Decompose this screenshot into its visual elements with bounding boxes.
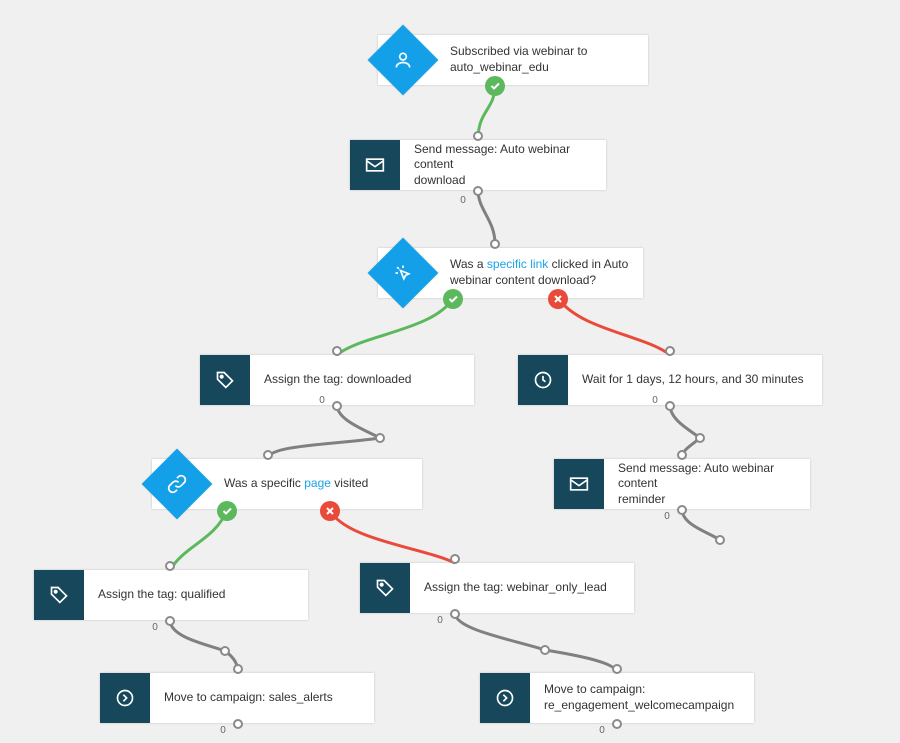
page-link[interactable]: page [304, 476, 331, 490]
workflow-canvas[interactable]: Subscribed via webinar toauto_webinar_ed… [0, 0, 900, 743]
tag-icon [215, 370, 235, 390]
condition-diamond [152, 459, 202, 509]
node-tag-downloaded[interactable]: Assign the tag: downloaded [200, 355, 474, 405]
node-text: Send message: Auto webinar contentdownlo… [400, 140, 606, 190]
counter-label: 0 [434, 615, 446, 626]
check-icon [485, 76, 505, 96]
node-text: Move to campaign:re_engagement_welcomeca… [530, 673, 754, 723]
node-send-download[interactable]: Send message: Auto webinar contentdownlo… [350, 140, 606, 190]
node-text: Assign the tag: downloaded [250, 355, 474, 405]
node-text: Wait for 1 days, 12 hours, and 30 minute… [568, 355, 822, 405]
port-dot[interactable] [233, 664, 243, 674]
port-dot[interactable] [665, 346, 675, 356]
node-trigger-subscribed[interactable]: Subscribed via webinar toauto_webinar_ed… [378, 35, 648, 85]
port-dot[interactable] [450, 609, 460, 619]
node-cond-link-clicked[interactable]: Was a specific link clicked in Autowebin… [378, 248, 643, 298]
node-text: Move to campaign: sales_alerts [150, 673, 374, 723]
node-text: Was a specific page visited [202, 459, 422, 509]
mail-icon [569, 475, 589, 493]
port-dot[interactable] [473, 186, 483, 196]
node-move-re-engagement[interactable]: Move to campaign:re_engagement_welcomeca… [480, 673, 754, 723]
port-dot[interactable] [490, 239, 500, 249]
port-dot[interactable] [612, 664, 622, 674]
counter-label: 0 [217, 725, 229, 736]
node-text: Subscribed via webinar toauto_webinar_ed… [428, 35, 648, 85]
check-icon [217, 501, 237, 521]
node-tag-webinar-only-lead[interactable]: Assign the tag: webinar_only_lead [360, 563, 634, 613]
condition-diamond [378, 35, 428, 85]
port-dot[interactable] [450, 554, 460, 564]
port-dot[interactable] [677, 450, 687, 460]
action-icon-slot [350, 140, 400, 190]
node-tag-qualified[interactable]: Assign the tag: qualified [34, 570, 308, 620]
counter-label: 0 [457, 195, 469, 206]
x-icon [320, 501, 340, 521]
tag-icon [49, 585, 69, 605]
clock-icon [533, 370, 553, 390]
node-text: Send message: Auto webinar contentremind… [604, 459, 810, 509]
node-move-sales-alerts[interactable]: Move to campaign: sales_alerts [100, 673, 374, 723]
port-dot[interactable] [375, 433, 385, 443]
click-icon [393, 263, 413, 283]
port-dot[interactable] [677, 505, 687, 515]
port-dot[interactable] [695, 433, 705, 443]
port-dot[interactable] [715, 535, 725, 545]
check-icon [443, 289, 463, 309]
port-dot[interactable] [473, 131, 483, 141]
x-icon [548, 289, 568, 309]
counter-label: 0 [649, 395, 661, 406]
node-send-reminder[interactable]: Send message: Auto webinar contentremind… [554, 459, 810, 509]
port-dot[interactable] [263, 450, 273, 460]
port-dot[interactable] [332, 346, 342, 356]
counter-label: 0 [316, 395, 328, 406]
port-dot[interactable] [665, 401, 675, 411]
node-cond-page-visited[interactable]: Was a specific page visited [152, 459, 422, 509]
counter-label: 0 [596, 725, 608, 736]
arrow-right-circle-icon [115, 688, 135, 708]
port-dot[interactable] [165, 616, 175, 626]
port-dot[interactable] [233, 719, 243, 729]
port-dot[interactable] [332, 401, 342, 411]
user-icon [393, 50, 413, 70]
port-dot[interactable] [540, 645, 550, 655]
node-text: Was a specific link clicked in Autowebin… [428, 248, 643, 298]
specific-link-link[interactable]: specific link [487, 257, 548, 271]
node-text: Assign the tag: qualified [84, 570, 308, 620]
mail-icon [365, 156, 385, 174]
port-dot[interactable] [220, 646, 230, 656]
node-text: Assign the tag: webinar_only_lead [410, 563, 634, 613]
arrow-right-circle-icon [495, 688, 515, 708]
condition-diamond [378, 248, 428, 298]
counter-label: 0 [661, 511, 673, 522]
counter-label: 0 [149, 622, 161, 633]
node-wait[interactable]: Wait for 1 days, 12 hours, and 30 minute… [518, 355, 822, 405]
link-icon [167, 474, 187, 494]
tag-icon [375, 578, 395, 598]
port-dot[interactable] [165, 561, 175, 571]
port-dot[interactable] [612, 719, 622, 729]
